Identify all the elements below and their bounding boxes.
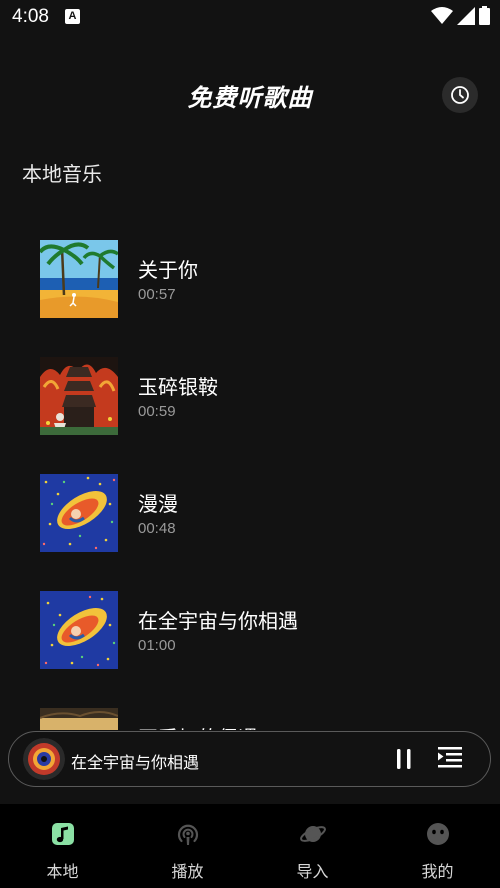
nav-label: 播放 xyxy=(171,862,204,881)
now-playing-title: 在全宇宙与你相遇 xyxy=(71,753,200,772)
nav-label: 我的 xyxy=(421,862,454,881)
album-cover xyxy=(40,708,118,730)
album-cover xyxy=(40,357,118,435)
nav-item-import[interactable]: 导入 xyxy=(250,804,375,888)
nav-label: 本地 xyxy=(46,862,79,881)
album-cover xyxy=(40,240,118,318)
album-cover xyxy=(40,591,118,669)
status-time: 4:08 xyxy=(12,6,49,27)
song-item[interactable]: 玉碎银鞍 00:59 xyxy=(40,357,480,435)
clock-icon xyxy=(451,86,469,104)
song-duration: 00:59 xyxy=(138,403,176,420)
notification-app-icon: A xyxy=(65,9,80,24)
song-duration: 00:48 xyxy=(138,520,176,537)
song-item[interactable]: 漫漫 00:48 xyxy=(40,474,480,552)
song-title: 开采加的偶遇 xyxy=(138,722,258,730)
podcast-icon xyxy=(177,824,198,845)
music-note-icon xyxy=(51,823,74,845)
song-list[interactable]: 关于你 00:57 玉碎银鞍 00:59 漫漫 00:48 在全宇宙与你相遇 0… xyxy=(0,240,500,730)
pause-icon xyxy=(397,749,411,769)
wifi-icon xyxy=(431,6,453,24)
playlist-icon xyxy=(438,747,462,768)
song-duration: 00:57 xyxy=(138,286,176,303)
song-title: 关于你 xyxy=(138,258,198,282)
nav-label: 导入 xyxy=(296,862,329,881)
album-cover xyxy=(40,474,118,552)
song-item[interactable]: 关于你 00:57 xyxy=(40,240,480,318)
nav-item-mine[interactable]: 我的 xyxy=(375,804,500,888)
playlist-queue-button[interactable] xyxy=(436,744,464,772)
face-icon xyxy=(426,823,449,845)
battery-icon xyxy=(479,6,490,25)
song-title: 在全宇宙与你相遇 xyxy=(138,609,298,633)
song-duration: 01:00 xyxy=(138,637,176,654)
nav-item-play[interactable]: 播放 xyxy=(125,804,250,888)
section-title: 本地音乐 xyxy=(22,162,102,186)
song-item[interactable]: 开采加的偶遇 xyxy=(40,708,480,730)
signal-icon xyxy=(457,6,475,25)
history-button[interactable] xyxy=(442,77,478,113)
bottom-navigation: 本地 播放 导入 我的 xyxy=(0,804,500,888)
song-item[interactable]: 在全宇宙与你相遇 01:00 xyxy=(40,591,480,669)
planet-icon xyxy=(299,826,326,842)
nav-item-local[interactable]: 本地 xyxy=(0,804,125,888)
mini-player[interactable]: 在全宇宙与你相遇 xyxy=(8,731,491,787)
app-title: 免费听歌曲 xyxy=(187,84,313,112)
status-bar: 4:08 A xyxy=(0,0,500,34)
pause-button[interactable] xyxy=(391,746,417,772)
now-playing-disc xyxy=(23,738,65,780)
song-title: 玉碎银鞍 xyxy=(138,375,218,399)
status-icons xyxy=(431,6,490,25)
song-title: 漫漫 xyxy=(138,492,178,516)
